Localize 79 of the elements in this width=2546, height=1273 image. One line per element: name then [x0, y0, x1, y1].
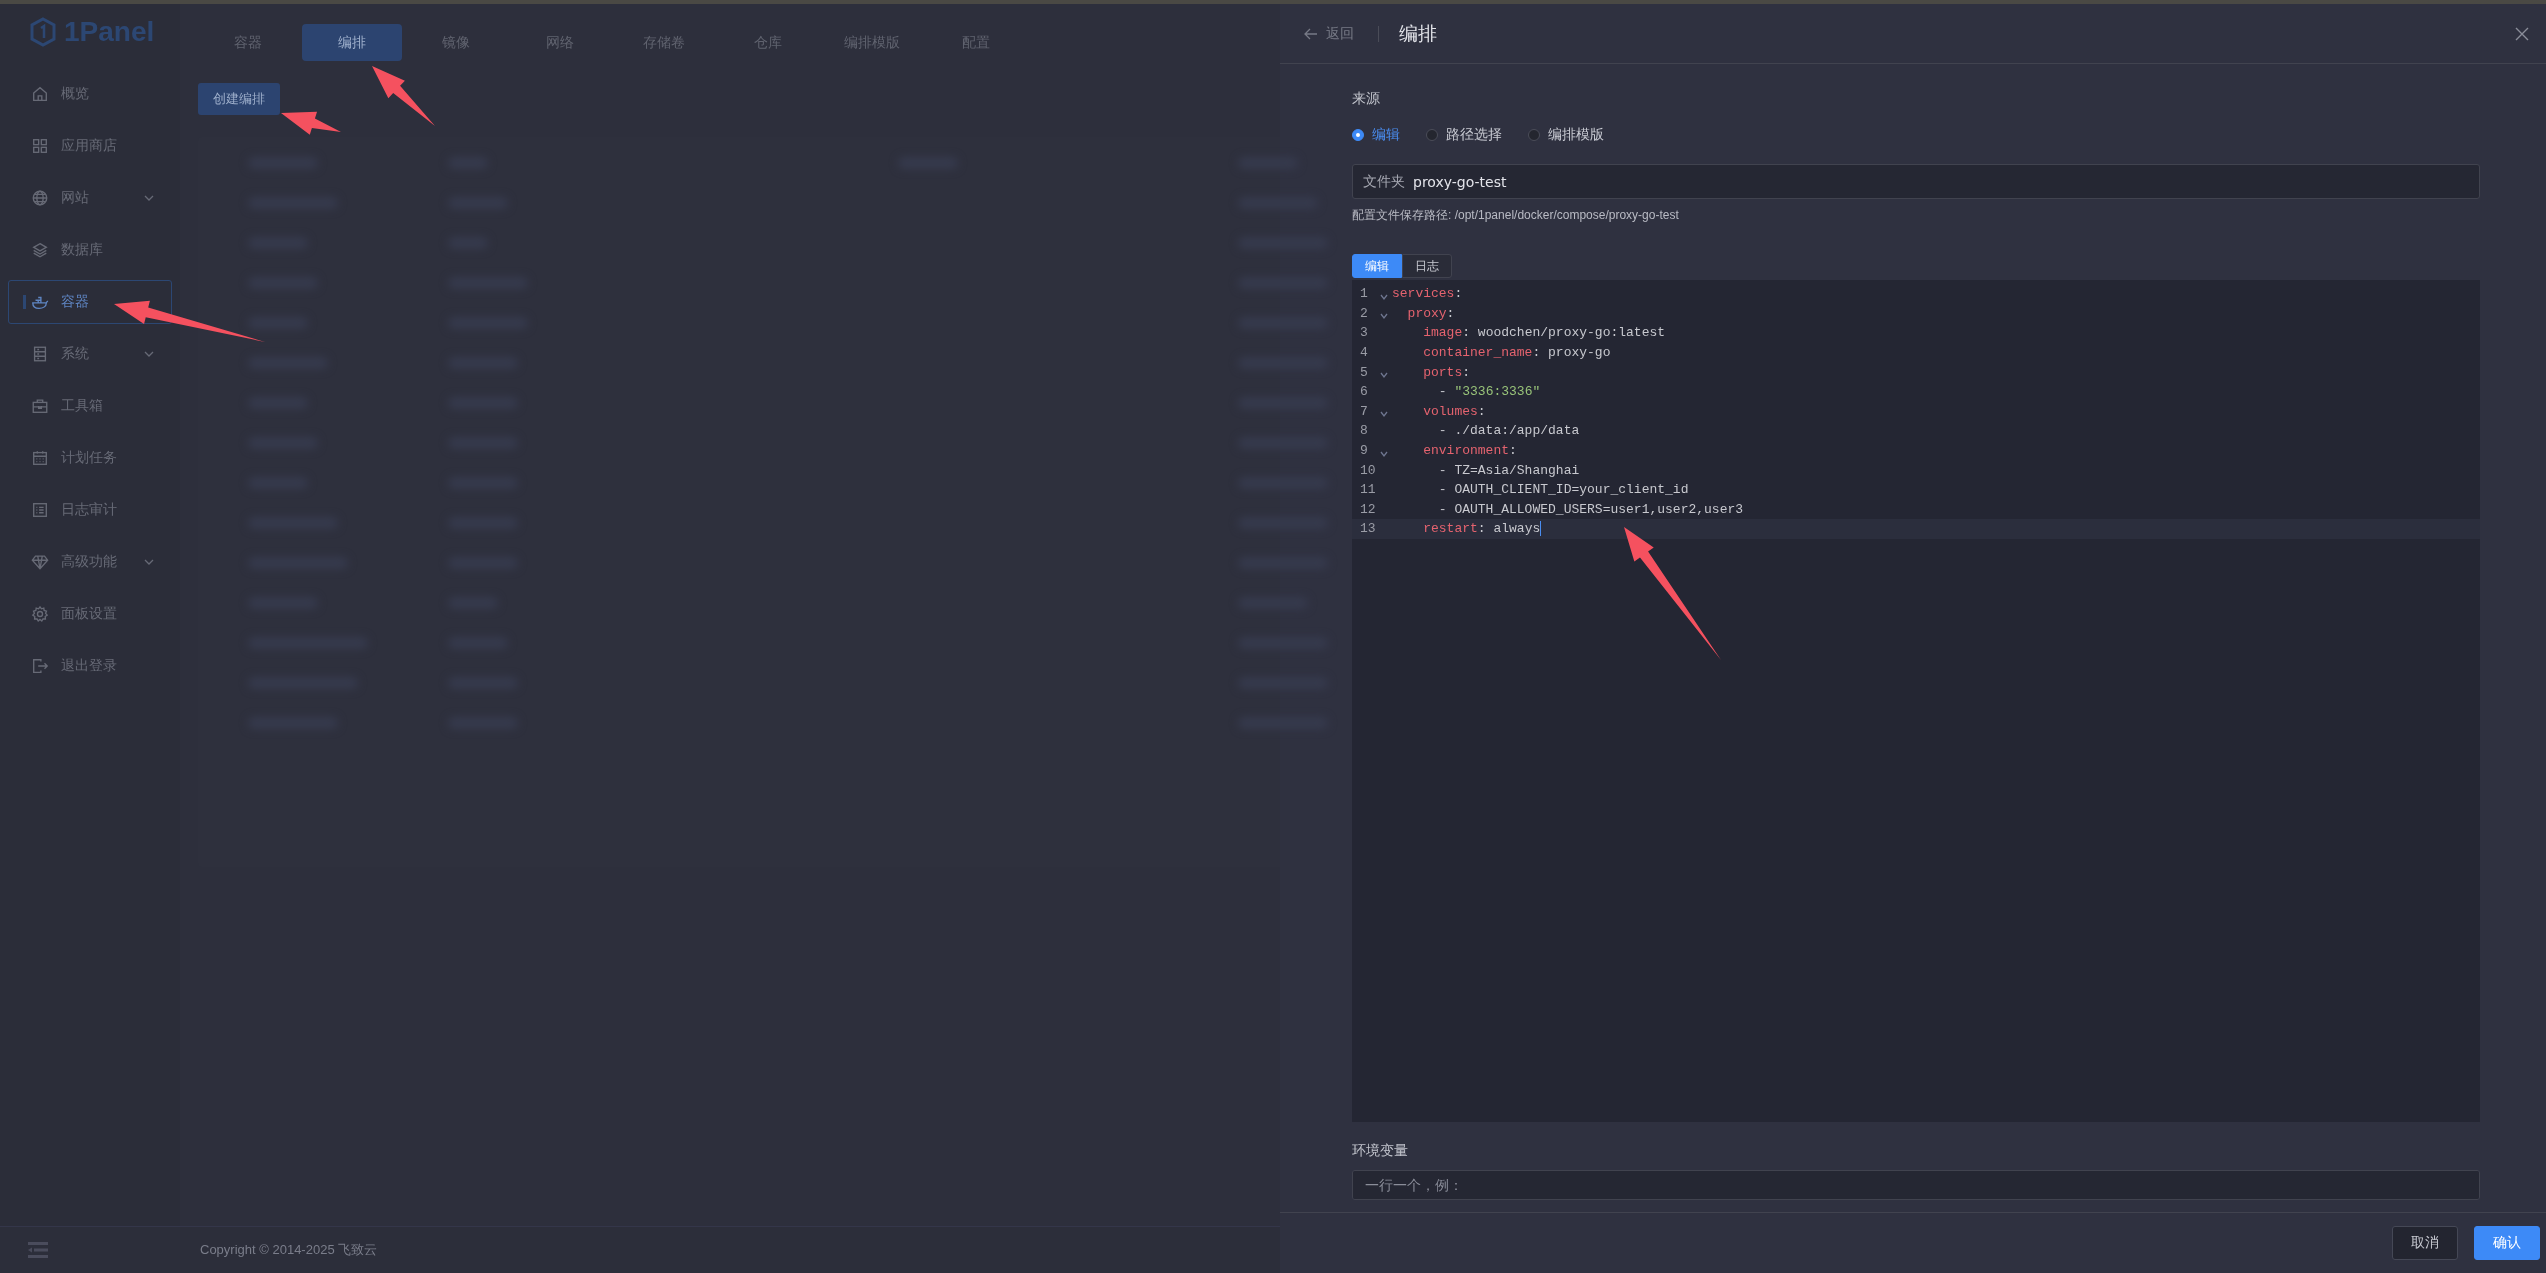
sidebar-item[interactable]: 概览 [8, 72, 172, 116]
radio-option[interactable]: 编排模版 [1528, 126, 1604, 144]
code-line: - ./data:/app/data [1437, 423, 1580, 439]
line-number: 7 [1360, 403, 1368, 419]
line-number: 13 [1360, 521, 1376, 537]
sidebar-item[interactable]: 计划任务 [8, 436, 172, 480]
radio-option[interactable]: 路径选择 [1426, 126, 1502, 144]
folder-input-field[interactable]: proxy-go-test [1413, 173, 2469, 190]
grid-icon [31, 137, 49, 155]
env-label: 环境变量 [1352, 1142, 1409, 1160]
toolbox-icon [31, 397, 49, 415]
server-icon [31, 345, 49, 363]
code-line: services: [1392, 286, 1463, 302]
line-number: 10 [1360, 462, 1376, 478]
editor-tab[interactable]: 日志 [1402, 254, 1452, 278]
line-number: 4 [1360, 345, 1368, 361]
radio-option[interactable]: 编辑 [1352, 126, 1400, 144]
code-line: - OAUTH_CLIENT_ID=your_client_id [1437, 482, 1689, 498]
globe-icon [31, 189, 49, 207]
folder-field[interactable]: 文件夹 proxy-go-test [1352, 164, 2480, 199]
fold-caret-icon[interactable] [1380, 410, 1388, 419]
cancel-button[interactable]: 取消 [2392, 1226, 2458, 1260]
create-button[interactable]: 创建编排 [198, 83, 280, 115]
back-button[interactable]: 返回 [1300, 24, 1358, 43]
logo-icon [30, 17, 56, 47]
line-number: 5 [1360, 364, 1368, 380]
code-line: - TZ=Asia/Shanghai [1437, 462, 1580, 478]
sidebar-item[interactable]: 容器 [8, 280, 172, 324]
layers-icon [31, 241, 49, 259]
source-label: 来源 [1352, 90, 1381, 108]
line-number: 9 [1360, 443, 1368, 459]
code-line: volumes: [1422, 403, 1486, 419]
sidebar-item[interactable]: 高级功能 [8, 540, 172, 584]
line-number: 11 [1360, 482, 1376, 498]
line-number: 6 [1360, 384, 1368, 400]
sidebar-item[interactable]: 系统 [8, 332, 172, 376]
copyright-text: Copyright © 2014-2025 飞致云 [200, 1241, 378, 1259]
folder-prefix-label: 文件夹 [1363, 172, 1405, 191]
sidebar-item[interactable]: 工具箱 [8, 384, 172, 428]
code-line: ports: [1422, 364, 1471, 380]
sidebar-item[interactable]: 网站 [8, 176, 172, 220]
close-icon[interactable] [2514, 25, 2530, 42]
fold-caret-icon[interactable] [1380, 449, 1388, 458]
sidebar-item[interactable]: 退出登录 [8, 644, 172, 688]
code-line: - OAUTH_ALLOWED_USERS=user1,user2,user3 [1437, 501, 1744, 517]
gear-icon [31, 605, 49, 623]
code-line: environment: [1422, 443, 1517, 459]
sidebar-item[interactable]: 数据库 [8, 228, 172, 272]
logo-text: 1Panel [64, 16, 155, 48]
list-icon [31, 501, 49, 519]
diamond-icon [31, 553, 49, 571]
logout-icon [31, 657, 49, 675]
save-path-hint: 配置文件保存路径: /opt/1panel/docker/compose/proxy-go-test [1352, 207, 1680, 224]
env-input-field[interactable]: 一行一个，例： [1352, 1170, 2480, 1200]
code-line: restart: always [1392, 521, 1542, 537]
fold-caret-icon[interactable] [1380, 292, 1388, 301]
line-number: 3 [1360, 325, 1368, 341]
confirm-button[interactable]: 确认 [2474, 1226, 2540, 1260]
annotation-arrow [281, 111, 341, 135]
calendar-icon [31, 449, 49, 467]
sidebar-item[interactable]: 日志审计 [8, 488, 172, 532]
code-line: - "3336:3336" [1437, 384, 1541, 400]
sidebar-item[interactable]: 应用商店 [8, 124, 172, 168]
tab[interactable]: 编排 [302, 24, 402, 61]
code-line: container_name: proxy-go [1422, 345, 1611, 361]
line-number: 12 [1360, 501, 1376, 517]
drawer-title: 编排 [1399, 20, 1437, 46]
fold-caret-icon[interactable] [1380, 312, 1388, 321]
line-number: 1 [1360, 286, 1368, 302]
code-line: proxy: [1406, 305, 1455, 321]
home-icon [31, 85, 49, 103]
editor-tab[interactable]: 编辑 [1352, 254, 1402, 278]
fold-caret-icon[interactable] [1380, 371, 1388, 380]
line-number: 2 [1360, 305, 1368, 321]
line-number: 8 [1360, 423, 1368, 439]
code-line: image: woodchen/proxy-go:latest [1422, 325, 1666, 341]
back-arrow-icon [1304, 26, 1318, 41]
annotation-arrow [372, 66, 435, 126]
sidebar-item[interactable]: 面板设置 [8, 592, 172, 636]
